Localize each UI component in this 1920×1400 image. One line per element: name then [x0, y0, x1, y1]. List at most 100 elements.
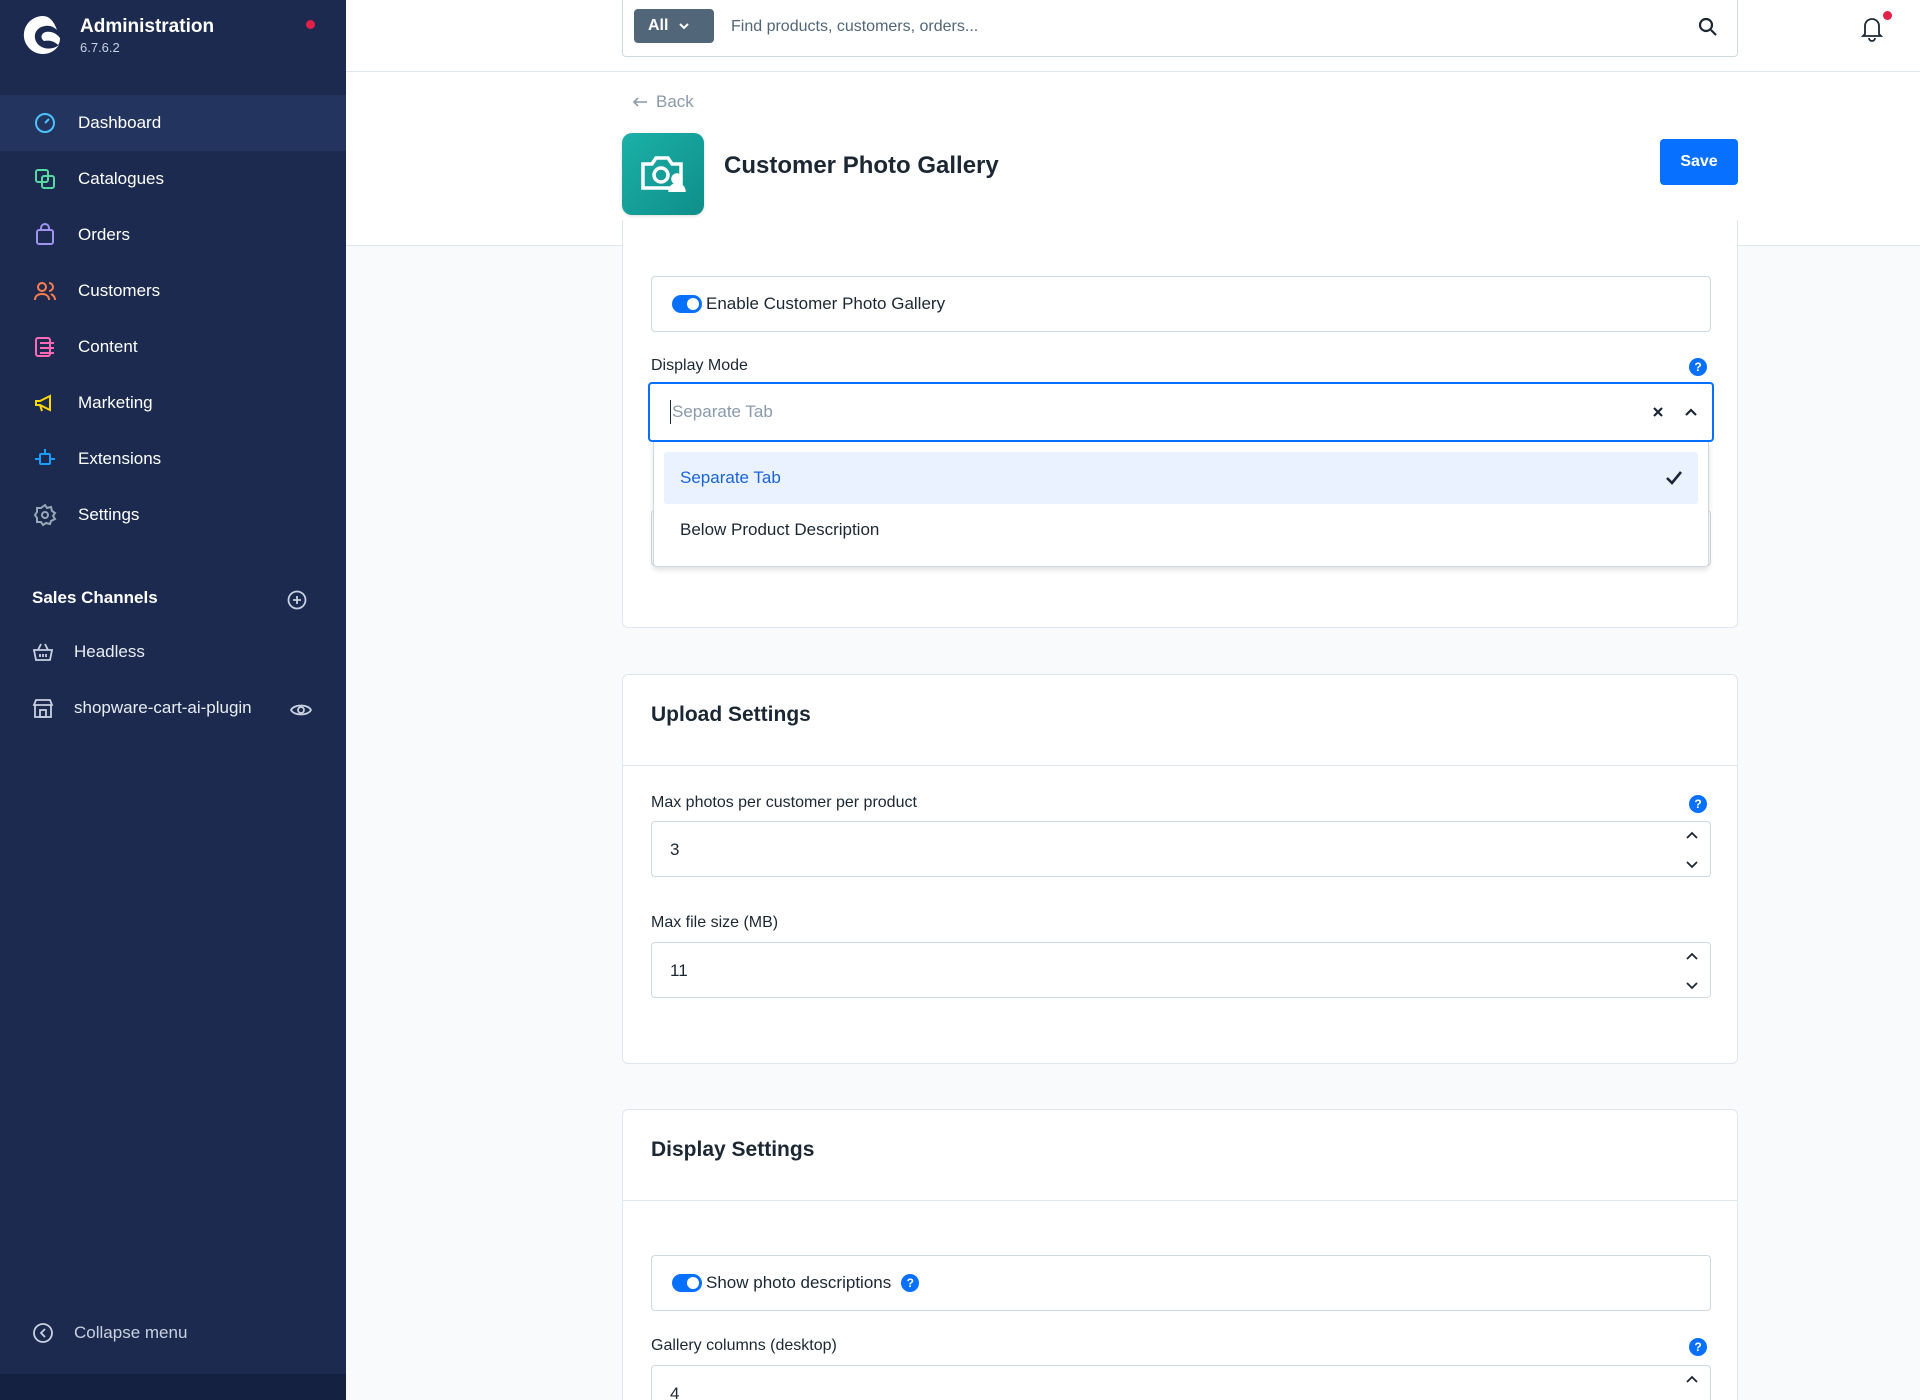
sales-channel-label: Headless — [74, 642, 145, 661]
nav-item-catalogues[interactable]: Catalogues — [0, 151, 346, 207]
clear-icon[interactable] — [1650, 404, 1666, 420]
sidebar-footer — [0, 1374, 346, 1400]
storefront-icon — [32, 699, 54, 718]
chevron-up-icon[interactable] — [1683, 404, 1699, 420]
chevron-up-icon[interactable] — [1685, 950, 1699, 964]
chevron-down-icon[interactable] — [1685, 978, 1699, 992]
plugin-icon — [622, 133, 704, 215]
dashboard-icon — [32, 110, 58, 136]
divider — [623, 1200, 1737, 1201]
brand[interactable]: Administration 6.7.6.2 — [22, 10, 214, 80]
search-type-label: All — [648, 17, 669, 34]
app-name: Administration — [80, 16, 215, 37]
nav-label: Extensions — [78, 449, 162, 468]
nav-label: Marketing — [78, 393, 153, 412]
nav-item-extensions[interactable]: Extensions — [0, 431, 346, 487]
upload-settings-card: Upload Settings Max photos per customer … — [622, 674, 1738, 1064]
card-title: Display Settings — [651, 1138, 815, 1161]
checkmark-icon — [1666, 471, 1683, 485]
customers-icon — [32, 278, 58, 304]
search-type-dropdown[interactable]: All — [634, 9, 714, 43]
save-button[interactable]: Save — [1660, 139, 1738, 185]
chevron-up-icon[interactable] — [1685, 829, 1699, 843]
arrow-left-icon — [632, 97, 647, 107]
main-nav: Dashboard Catalogues Orders Customers Co… — [0, 95, 346, 543]
sales-channel-label: shopware-cart-ai-plugin — [74, 698, 252, 717]
topbar: All — [346, 0, 1920, 72]
max-photos-field — [651, 821, 1711, 877]
option-label: Below Product Description — [680, 520, 880, 539]
number-stepper — [1682, 949, 1702, 993]
nav-label: Settings — [78, 505, 140, 524]
chevron-down-icon — [679, 23, 690, 30]
chevron-up-icon[interactable] — [1685, 1373, 1699, 1387]
add-sales-channel-icon[interactable] — [287, 590, 307, 610]
content-icon — [32, 334, 58, 360]
camera-user-icon — [641, 156, 686, 193]
help-icon[interactable]: ? — [1689, 1338, 1707, 1356]
nav-label: Dashboard — [78, 113, 162, 132]
sidebar: Administration 6.7.6.2 Dashboard Catalog… — [0, 0, 346, 1400]
nav-item-customers[interactable]: Customers — [0, 263, 346, 319]
chevron-down-icon[interactable] — [1685, 857, 1699, 871]
shopware-logo-icon — [23, 15, 60, 54]
display-mode-input[interactable] — [670, 400, 1570, 424]
orders-icon — [32, 222, 58, 248]
extensions-icon — [32, 446, 58, 472]
settings-icon — [32, 502, 58, 528]
sales-channel-headless[interactable]: Headless — [32, 632, 145, 672]
enable-gallery-label: Enable Customer Photo Gallery — [706, 294, 946, 313]
nav-label: Catalogues — [78, 169, 165, 188]
collapse-menu-button[interactable]: Collapse menu — [32, 1322, 187, 1344]
bell-icon[interactable] — [1858, 14, 1886, 42]
nav-label: Customers — [78, 281, 161, 300]
card-title: Upload Settings — [651, 703, 811, 726]
display-mode-label: Display Mode — [651, 357, 748, 374]
max-file-size-input[interactable] — [670, 959, 1570, 983]
basket-icon — [32, 643, 54, 661]
app-version: 6.7.6.2 — [80, 40, 120, 55]
gallery-columns-input[interactable] — [670, 1382, 1570, 1400]
option-below-product-description[interactable]: Below Product Description — [664, 504, 1698, 556]
nav-item-dashboard[interactable]: Dashboard — [0, 95, 346, 151]
back-link[interactable]: Back — [632, 92, 694, 112]
sales-channel-shopware-cart-ai-plugin[interactable]: shopware-cart-ai-plugin — [32, 688, 252, 728]
show-descriptions-label: Show photo descriptions — [706, 1273, 892, 1292]
help-icon[interactable]: ? — [1689, 795, 1707, 813]
search-input[interactable] — [731, 13, 1631, 41]
option-separate-tab[interactable]: Separate Tab — [664, 452, 1698, 504]
show-descriptions-toggle[interactable] — [672, 1274, 702, 1292]
eye-icon[interactable] — [290, 699, 312, 721]
display-mode-select[interactable] — [648, 382, 1714, 442]
number-stepper — [1682, 828, 1702, 872]
nav-label: Content — [78, 337, 138, 356]
help-icon[interactable]: ? — [1689, 358, 1707, 376]
notification-dot — [306, 20, 315, 29]
chevron-left-circle-icon — [33, 1323, 53, 1343]
gallery-columns-field — [651, 1365, 1711, 1400]
nav-item-settings[interactable]: Settings — [0, 487, 346, 543]
max-photos-input[interactable] — [670, 838, 1570, 862]
back-label: Back — [656, 92, 694, 111]
enable-gallery-toggle[interactable] — [672, 295, 702, 313]
show-descriptions-field: Show photo descriptions ? — [651, 1255, 1711, 1311]
nav-item-marketing[interactable]: Marketing — [0, 375, 346, 431]
max-file-size-field — [651, 942, 1711, 998]
number-stepper — [1682, 1372, 1702, 1400]
search-icon[interactable] — [1697, 16, 1719, 38]
collapse-label: Collapse menu — [74, 1323, 188, 1342]
general-settings-card: Enable Customer Photo Gallery Display Mo… — [622, 220, 1738, 628]
sales-channels-title: Sales Channels — [32, 588, 158, 607]
enable-gallery-field: Enable Customer Photo Gallery — [651, 276, 1711, 332]
nav-item-orders[interactable]: Orders — [0, 207, 346, 263]
page-title: Customer Photo Gallery — [724, 152, 999, 179]
display-mode-dropdown: Separate Tab Below Product Description — [653, 442, 1709, 567]
gallery-columns-label: Gallery columns (desktop) — [651, 1337, 837, 1354]
max-photos-label: Max photos per customer per product — [651, 794, 917, 811]
nav-item-content[interactable]: Content — [0, 319, 346, 375]
notification-badge — [1883, 11, 1892, 20]
display-settings-card: Display Settings Show photo descriptions… — [622, 1109, 1738, 1400]
option-label: Separate Tab — [680, 468, 781, 487]
marketing-icon — [32, 390, 58, 416]
help-icon[interactable]: ? — [901, 1274, 920, 1292]
